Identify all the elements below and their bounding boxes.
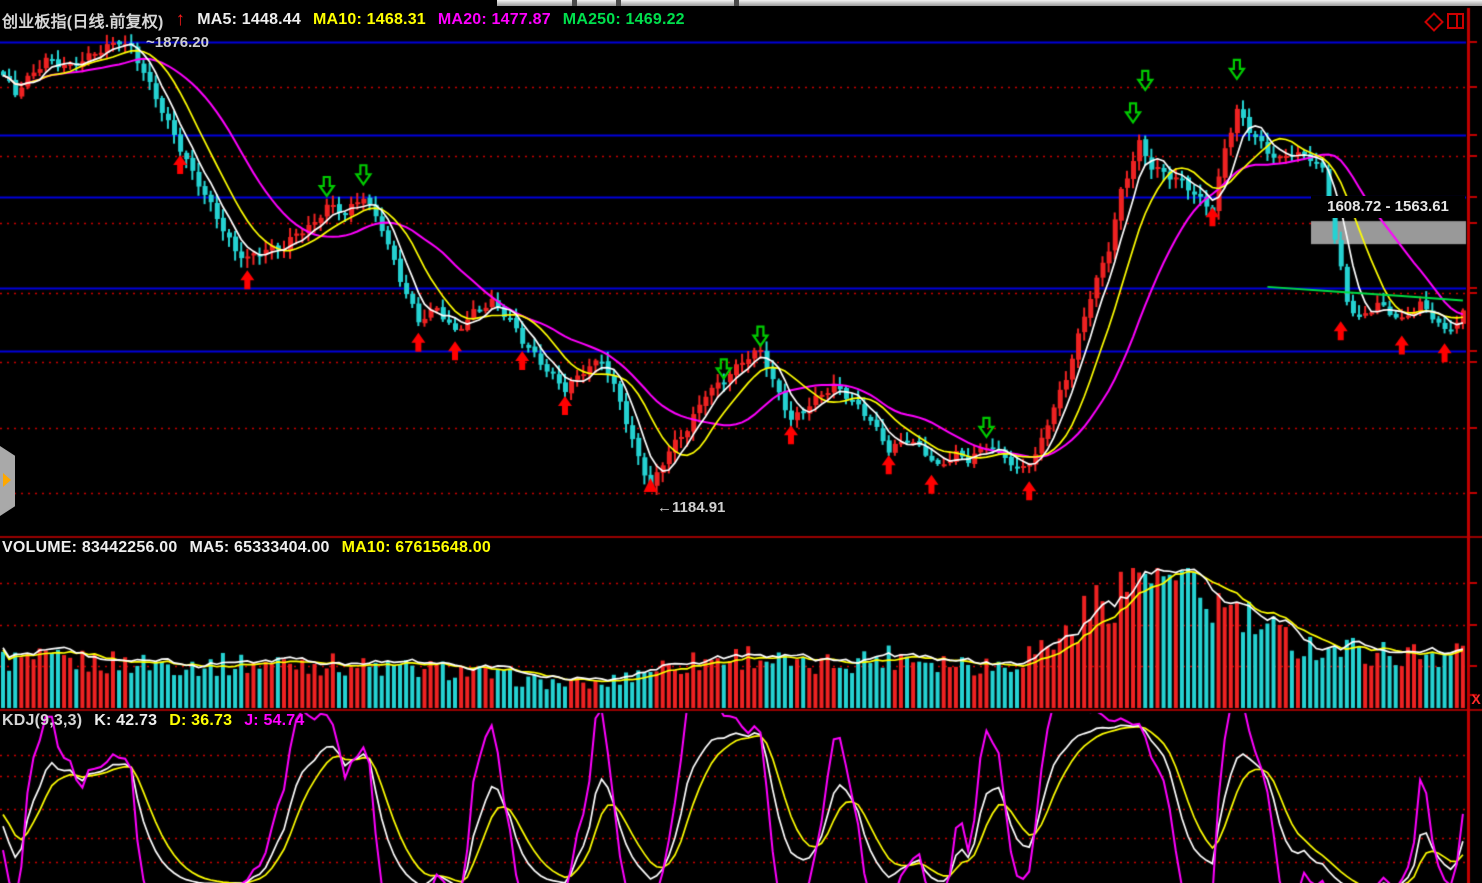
kdj-label: KDJ(9,3,3) — [2, 712, 83, 729]
chrome-separator — [616, 0, 621, 6]
chrome-separator — [572, 0, 577, 6]
ma10-legend: MA10: 1468.31 — [313, 11, 426, 28]
volume-pane-header: VOLUME: 83442256.00 MA5: 65333404.00 MA1… — [2, 539, 491, 557]
d-value: D: 36.73 — [169, 712, 233, 729]
kdj-pane-header: KDJ(9,3,3) K: 42.73 D: 36.73 J: 54.74 — [2, 712, 305, 730]
chart-canvas[interactable] — [0, 0, 1482, 883]
range-tooltip: 1608.72 - 1563.61 — [1311, 196, 1465, 218]
volume-ma5-value: MA5: 65333404.00 — [189, 539, 330, 556]
close-indicator-icon[interactable]: X — [1470, 692, 1482, 707]
k-value: K: 42.73 — [94, 712, 158, 729]
expand-triangle-icon — [3, 473, 11, 487]
ma20-legend: MA20: 1477.87 — [437, 11, 551, 28]
low-annotation: ←1184.91 — [657, 499, 726, 516]
split-window-icon[interactable] — [1447, 13, 1464, 29]
high-annotation: ~1876.20 — [146, 34, 209, 51]
window-chrome-strip — [497, 0, 1482, 6]
panel-expand-tab[interactable] — [0, 446, 15, 516]
up-arrow-icon: ↑ — [175, 9, 186, 30]
ma5-legend: MA5: 1448.44 — [197, 11, 302, 28]
trading-app-window: 创业板指(日线.前复权) ↑ MA5: 1448.44 MA10: 1468.3… — [0, 0, 1482, 883]
volume-ma10-value: MA10: 67615648.00 — [341, 539, 491, 556]
price-pane-header: 创业板指(日线.前复权) ↑ MA5: 1448.44 MA10: 1468.3… — [2, 8, 685, 32]
split-window-icon-bar — [1456, 15, 1458, 27]
j-value: J: 54.74 — [244, 712, 305, 729]
volume-value: VOLUME: 83442256.00 — [2, 539, 178, 556]
ma250-legend: MA250: 1469.22 — [562, 11, 685, 28]
symbol-title[interactable]: 创业板指(日线.前复权) — [2, 8, 164, 32]
chrome-separator — [734, 0, 739, 6]
